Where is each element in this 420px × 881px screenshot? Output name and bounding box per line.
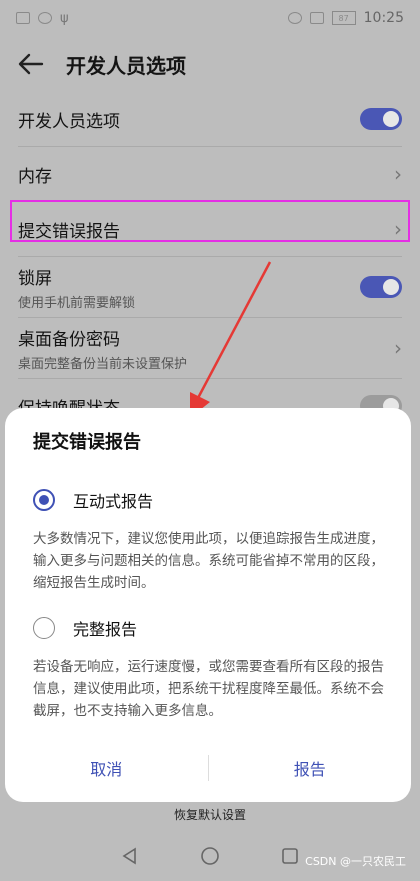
setting-label: 开发人员选项 — [18, 111, 120, 132]
chevron-right-icon: › — [394, 162, 402, 186]
nav-recents-icon[interactable] — [281, 847, 299, 865]
setting-memory[interactable]: 内存 › — [18, 147, 402, 202]
cancel-button[interactable]: 取消 — [5, 756, 208, 780]
setting-desktop-backup-password[interactable]: 桌面备份密码 桌面完整备份当前未设置保护 › — [18, 318, 402, 379]
watermark: CSDN @一只农民工 — [305, 855, 406, 868]
battery-icon: 87 — [331, 11, 356, 25]
developer-options-toggle[interactable] — [360, 108, 402, 130]
dialog-title: 提交错误报告 — [33, 432, 141, 453]
chevron-right-icon: › — [394, 336, 402, 360]
wifi-icon — [38, 12, 52, 24]
setting-label: 内存 — [18, 166, 52, 187]
option-description: 大多数情况下，建议您使用此项，以便追踪报告生成进度，输入更多与问题相关的信息。系… — [33, 531, 384, 591]
page-title: 开发人员选项 — [66, 53, 186, 78]
status-right: 87 10:25 — [287, 10, 404, 26]
radio-selected-icon[interactable] — [33, 489, 55, 511]
setting-sublabel: 使用手机前需要解锁 — [18, 295, 136, 311]
usb-icon: ψ — [60, 10, 69, 26]
nav-home-icon[interactable] — [200, 846, 220, 866]
lock-screen-toggle[interactable] — [360, 276, 402, 298]
status-bar: ψ 87 10:25 — [0, 0, 420, 36]
setting-label: 锁屏 — [18, 268, 52, 289]
nav-back-icon[interactable] — [121, 847, 139, 865]
highlight-box — [10, 200, 410, 242]
option-interactive-report[interactable]: 互动式报告 — [33, 488, 153, 512]
setting-developer-options[interactable]: 开发人员选项 — [18, 92, 402, 147]
option-full-report[interactable]: 完整报告 — [33, 616, 137, 640]
restore-defaults-button[interactable]: 恢复默认设置 — [0, 806, 420, 823]
status-left: ψ — [16, 11, 69, 26]
status-time: 10:25 — [363, 10, 404, 26]
app-header: 开发人员选项 — [0, 40, 420, 88]
option-label: 互动式报告 — [73, 492, 154, 511]
setting-lock-screen[interactable]: 锁屏 使用手机前需要解锁 — [18, 257, 402, 318]
dialog-buttons: 取消 报告 — [5, 748, 411, 788]
option-label: 完整报告 — [73, 620, 138, 639]
option-description: 若设备无响应，运行速度慢，或您需要查看所有区段的报告信息，建议使用此项，把系统干… — [33, 659, 384, 719]
sim-icon — [16, 12, 30, 24]
report-button[interactable]: 报告 — [209, 756, 412, 780]
back-arrow-icon[interactable] — [6, 40, 56, 88]
eye-icon — [287, 12, 302, 24]
settings-list: 开发人员选项 内存 › 提交错误报告 › 锁屏 使用手机前需要解锁 桌面备份密码… — [0, 92, 420, 434]
bug-report-dialog: 提交错误报告 互动式报告 大多数情况下，建议您使用此项，以便追踪报告生成进度，输… — [5, 408, 411, 802]
setting-sublabel: 桌面完整备份当前未设置保护 — [18, 356, 188, 372]
radio-unselected-icon[interactable] — [33, 617, 55, 639]
setting-label: 桌面备份密码 — [18, 329, 120, 350]
vibrate-icon — [309, 12, 324, 24]
